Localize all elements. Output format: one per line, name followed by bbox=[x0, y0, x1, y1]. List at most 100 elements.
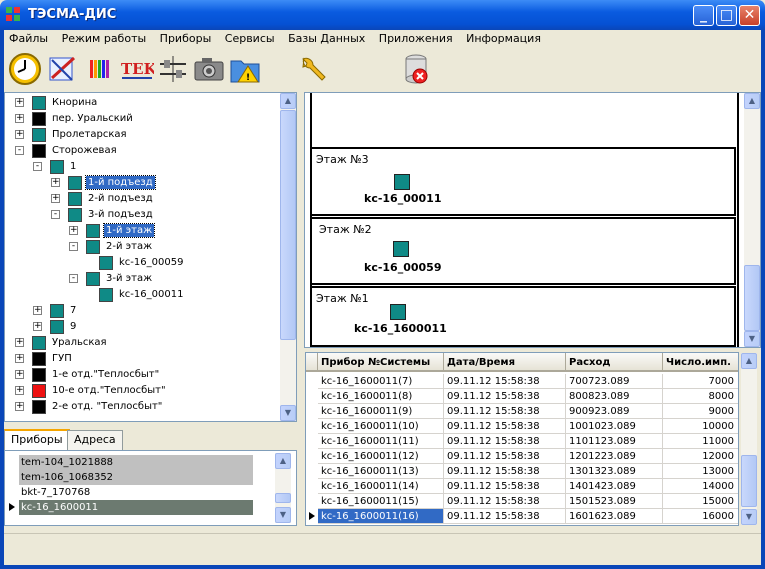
table-row[interactable]: kc-16_1600011(8) 09.11.12 15:58:38 800823.… bbox=[306, 389, 738, 404]
title-bar[interactable]: ТЭСМА-ДИС _ □ ✕ bbox=[0, 0, 765, 30]
table-cell: kc-16_1600011(11) bbox=[318, 434, 444, 449]
tree-node-label: Пролетарская bbox=[52, 129, 127, 140]
tree-node-label: Сторожевая bbox=[52, 145, 117, 156]
expand-icon[interactable]: + bbox=[15, 130, 24, 139]
grid-header-device[interactable]: Прибор №Системы bbox=[318, 353, 444, 372]
tree-node-label: 2-й подъезд bbox=[88, 193, 153, 204]
device-marker[interactable] bbox=[390, 304, 406, 320]
grid-header-pulses[interactable]: Число.имп. bbox=[663, 353, 738, 372]
schematic-scroll-up[interactable]: ▲ bbox=[744, 93, 760, 109]
collapse-icon[interactable]: - bbox=[69, 274, 78, 283]
schema-edit-button[interactable] bbox=[46, 52, 80, 86]
grid-header-datetime[interactable]: Дата/Время bbox=[444, 353, 566, 372]
tree-node-label: 3-й подъезд bbox=[88, 209, 153, 220]
tree-scroll-up[interactable]: ▲ bbox=[280, 93, 296, 109]
grid-header-flow[interactable]: Расход bbox=[566, 353, 663, 372]
table-cell: 1101123.089 bbox=[566, 434, 663, 449]
menu-services[interactable]: Сервисы bbox=[220, 30, 280, 45]
device-marker[interactable] bbox=[393, 241, 409, 257]
table-row[interactable]: kc-16_1600011(11) 09.11.12 15:58:38 110112… bbox=[306, 434, 738, 449]
table-row[interactable]: kc-16_1600011(10) 09.11.12 15:58:38 100102… bbox=[306, 419, 738, 434]
floor-box-2[interactable]: Этаж №2 kc-16_00059 bbox=[310, 217, 736, 285]
table-cell: 900923.089 bbox=[566, 404, 663, 419]
object-tree[interactable]: + Кнорина + пер. Уральский + Пролетарская - Сто… bbox=[4, 92, 297, 422]
schematic-scroll-thumb[interactable] bbox=[744, 265, 760, 331]
device-list-scrollbar[interactable]: ▲ ▼ bbox=[275, 453, 291, 523]
table-row[interactable]: kc-16_1600011(16) 09.11.12 15:58:38 160162… bbox=[306, 509, 738, 524]
expand-icon[interactable]: + bbox=[15, 402, 24, 411]
tree-node-label: 1-й подъезд bbox=[85, 175, 156, 190]
schematic-scroll-down[interactable]: ▼ bbox=[744, 331, 760, 347]
tab-devices[interactable]: Приборы bbox=[4, 429, 70, 451]
schematic-scrollbar[interactable]: ▲ ▼ bbox=[744, 93, 760, 347]
camera-button[interactable] bbox=[192, 52, 226, 86]
tree-scrollbar[interactable]: ▲ ▼ bbox=[280, 93, 296, 421]
expand-icon[interactable]: + bbox=[15, 386, 24, 395]
minimize-button[interactable]: _ bbox=[693, 5, 714, 26]
device-list-item[interactable]: tem-104_1021888 bbox=[19, 455, 253, 470]
table-row[interactable]: kc-16_1600011(7) 09.11.12 15:58:38 700723.… bbox=[306, 374, 738, 389]
device-list-item[interactable]: tem-106_1068352 bbox=[19, 470, 253, 485]
expand-icon[interactable]: + bbox=[15, 114, 24, 123]
device-list[interactable]: tem-104_1021888 tem-106_1068352 bkt-7_1707… bbox=[4, 450, 297, 526]
table-cell: 09.11.12 15:58:38 bbox=[444, 494, 566, 509]
clock-button[interactable] bbox=[8, 52, 42, 86]
floor-box-1[interactable]: Этаж №1 kc-16_1600011 bbox=[310, 286, 736, 347]
menu-mode[interactable]: Режим работы bbox=[57, 30, 152, 45]
database-delete-icon bbox=[405, 54, 428, 84]
expand-icon[interactable]: + bbox=[51, 178, 60, 187]
menu-databases[interactable]: Базы Данных bbox=[283, 30, 370, 45]
node-status-icon bbox=[32, 336, 46, 350]
window-frame-bottom bbox=[0, 565, 765, 569]
menu-info[interactable]: Информация bbox=[461, 30, 546, 45]
device-scroll-up[interactable]: ▲ bbox=[275, 453, 291, 469]
expand-icon[interactable]: + bbox=[51, 194, 60, 203]
table-row[interactable]: kc-16_1600011(9) 09.11.12 15:58:38 900923.… bbox=[306, 404, 738, 419]
database-delete-button[interactable] bbox=[400, 52, 434, 86]
grid-scrollbar[interactable]: ▲ ▼ bbox=[741, 353, 757, 525]
tab-addresses[interactable]: Адреса bbox=[67, 430, 123, 450]
expand-icon[interactable]: + bbox=[15, 98, 24, 107]
network-button[interactable] bbox=[156, 52, 190, 86]
collapse-icon[interactable]: - bbox=[51, 210, 60, 219]
grid-scroll-up[interactable]: ▲ bbox=[741, 353, 757, 369]
expand-icon[interactable]: + bbox=[15, 370, 24, 379]
floor-box-3[interactable]: Этаж №3 kc-16_00011 bbox=[310, 147, 736, 216]
table-row[interactable]: kc-16_1600011(15) 09.11.12 15:58:38 150152… bbox=[306, 494, 738, 509]
tree-scroll-thumb[interactable] bbox=[280, 110, 296, 340]
table-row[interactable]: kc-16_1600011(14) 09.11.12 15:58:38 140142… bbox=[306, 479, 738, 494]
table-cell: 09.11.12 15:58:38 bbox=[444, 464, 566, 479]
menu-apps[interactable]: Приложения bbox=[374, 30, 458, 45]
collapse-icon[interactable]: - bbox=[15, 146, 24, 155]
wrench-button[interactable] bbox=[296, 52, 330, 86]
device-list-item[interactable]: kc-16_1600011 bbox=[19, 500, 253, 515]
close-button[interactable]: ✕ bbox=[739, 5, 760, 26]
device-list-item[interactable]: bkt-7_170768 bbox=[19, 485, 253, 500]
node-status-icon bbox=[68, 208, 82, 222]
expand-icon[interactable]: + bbox=[15, 354, 24, 363]
device-scroll-thumb[interactable] bbox=[275, 493, 291, 503]
grid-scroll-thumb[interactable] bbox=[741, 455, 757, 507]
collapse-icon[interactable]: - bbox=[69, 242, 78, 251]
expand-icon[interactable]: + bbox=[69, 226, 78, 235]
table-row[interactable]: kc-16_1600011(13) 09.11.12 15:58:38 130132… bbox=[306, 464, 738, 479]
menu-devices[interactable]: Приборы bbox=[155, 30, 217, 45]
expand-icon[interactable]: + bbox=[33, 306, 42, 315]
window-frame-right bbox=[761, 30, 765, 569]
table-cell: 09.11.12 15:58:38 bbox=[444, 419, 566, 434]
readings-grid[interactable]: Прибор №Системы Дата/Время Расход Число.… bbox=[305, 352, 739, 526]
expand-icon[interactable]: + bbox=[15, 338, 24, 347]
tree-scroll-down[interactable]: ▼ bbox=[280, 405, 296, 421]
folder-warning-button[interactable]: ! bbox=[228, 52, 262, 86]
maximize-button[interactable]: □ bbox=[716, 5, 737, 26]
device-scroll-down[interactable]: ▼ bbox=[275, 507, 291, 523]
device-marker[interactable] bbox=[394, 174, 410, 190]
menu-files[interactable]: Файлы bbox=[4, 30, 53, 45]
expand-icon[interactable]: + bbox=[33, 322, 42, 331]
color-bars-button[interactable] bbox=[84, 52, 118, 86]
grid-scroll-down[interactable]: ▼ bbox=[741, 509, 757, 525]
collapse-icon[interactable]: - bbox=[33, 162, 42, 171]
table-cell: kc-16_1600011(12) bbox=[318, 449, 444, 464]
table-row[interactable]: kc-16_1600011(12) 09.11.12 15:58:38 120122… bbox=[306, 449, 738, 464]
tek-button[interactable]: TEK bbox=[120, 52, 158, 86]
